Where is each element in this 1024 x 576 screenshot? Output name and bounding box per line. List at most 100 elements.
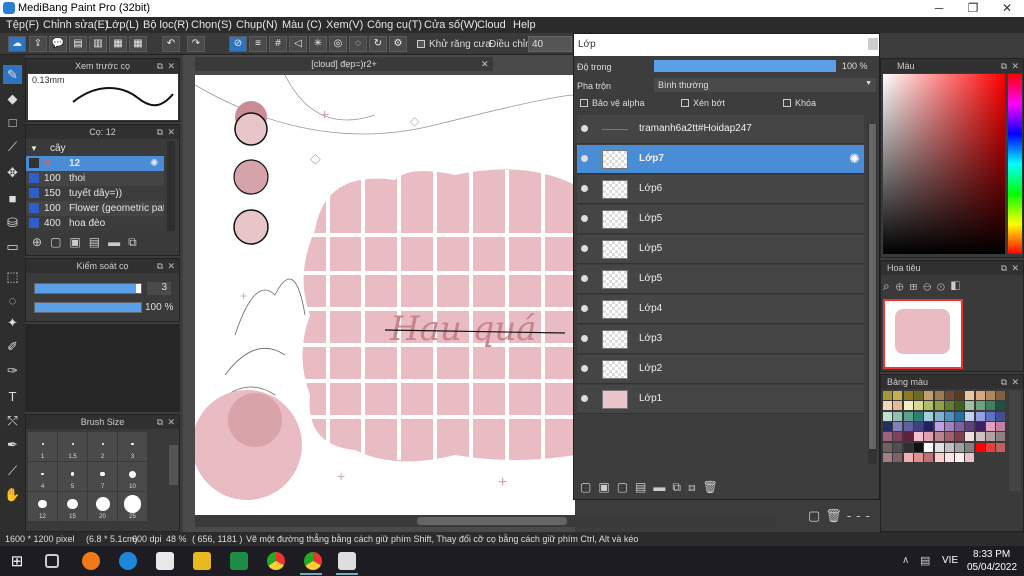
restore-button[interactable]: ❐ (956, 0, 990, 17)
dot-tool-icon[interactable]: ✒ (3, 435, 22, 454)
gradient-tool-icon[interactable]: ▭ (3, 237, 22, 256)
palette-swatch[interactable] (965, 452, 975, 462)
palette-swatch[interactable] (944, 421, 954, 431)
palette-swatch[interactable] (955, 442, 965, 452)
palette-scrollbar[interactable] (1009, 391, 1021, 491)
comment-icon[interactable]: 💬 (49, 36, 67, 52)
snap-circle-icon[interactable]: ◎ (329, 36, 347, 52)
excel-icon[interactable] (230, 552, 248, 570)
palette-swatch[interactable] (883, 442, 892, 452)
palette-swatch[interactable] (975, 421, 985, 431)
palette-swatch[interactable] (903, 452, 913, 462)
medibang-icon[interactable] (338, 552, 356, 570)
grid2-icon[interactable]: ▦ (129, 36, 147, 52)
layer-opacity-slider[interactable] (654, 60, 836, 72)
brush-size-cell[interactable]: 25 (118, 492, 147, 521)
brush-size-cell[interactable]: 5 (58, 462, 87, 491)
document-tab[interactable]: [cloud] đẹp=)r2+ (195, 57, 493, 71)
undock-icon[interactable]: ⧉ (157, 259, 163, 273)
palette-swatch[interactable] (893, 411, 903, 421)
menu-color[interactable]: Màu (C) (282, 19, 322, 31)
palette-swatch[interactable] (913, 421, 923, 431)
palette-swatch[interactable] (986, 442, 995, 452)
canvas-h-scrollbar[interactable] (195, 515, 775, 527)
palette-swatch[interactable] (934, 432, 944, 442)
document-close-icon[interactable]: ✕ (481, 59, 489, 70)
palette-swatch[interactable] (986, 421, 995, 431)
close-panel-icon[interactable]: ✕ (1011, 59, 1019, 73)
tray-network-icon[interactable]: ▤ (920, 554, 930, 567)
palette-swatch[interactable] (965, 421, 975, 431)
palette-swatch[interactable] (913, 442, 923, 452)
duplicate-icon[interactable]: ⧉ (128, 235, 145, 249)
palette-swatch[interactable] (986, 401, 995, 411)
tray-chevron-icon[interactable]: ∧ (902, 555, 909, 566)
snap-radial-icon[interactable]: ✳ (309, 36, 327, 52)
select-tool-icon[interactable]: ⬚ (3, 267, 22, 286)
brush-menu-icon[interactable]: ▣ (69, 235, 88, 249)
palette-swatch[interactable] (986, 411, 995, 421)
navigator-preview[interactable] (883, 299, 963, 369)
palette-swatch[interactable] (913, 452, 923, 462)
select-eraser-icon[interactable]: ✑ (3, 361, 22, 380)
palette-swatch[interactable] (975, 411, 985, 421)
brush-tool-icon[interactable]: ✎ (3, 65, 22, 84)
palette-swatch[interactable] (944, 452, 954, 462)
menu-window[interactable]: Cửa số(W) (424, 19, 478, 31)
bucket-tool-icon[interactable]: ⛁ (3, 213, 22, 232)
settings-icon[interactable]: ⚙ (389, 36, 407, 52)
menu-cloud[interactable]: Cloud (477, 19, 506, 31)
brush-props-icon[interactable]: ▤ (89, 235, 108, 249)
palette-swatch[interactable] (944, 411, 954, 421)
close-button[interactable]: ✕ (990, 0, 1024, 17)
close-panel-icon[interactable]: ✕ (1011, 261, 1019, 275)
brush-settings-icon[interactable]: ✺ (150, 156, 158, 171)
palette-swatch[interactable] (975, 432, 985, 442)
palette-swatch[interactable] (944, 432, 954, 442)
brush-group-row[interactable]: ▼ cây (26, 141, 166, 156)
undo-icon[interactable]: ↶ (162, 36, 180, 52)
palette-swatch[interactable] (913, 432, 923, 442)
protect-alpha-checkbox[interactable] (580, 99, 588, 107)
fit-icon[interactable]: ⊞ (910, 279, 924, 293)
text-tool-icon[interactable]: T (3, 387, 22, 406)
palette-swatch[interactable] (893, 452, 903, 462)
palette-swatch[interactable] (883, 452, 892, 462)
palette-swatch[interactable] (996, 411, 1006, 421)
palette-swatch[interactable] (944, 401, 954, 411)
layer-row[interactable]: Lớp6 (577, 175, 864, 204)
palette-swatch[interactable] (934, 411, 944, 421)
layer-panel-close-icon[interactable] (868, 38, 878, 50)
undock-icon[interactable]: ⧉ (157, 415, 163, 429)
snap-curve-icon[interactable]: ◌ (349, 36, 367, 52)
eyedropper-tool-icon[interactable]: ⟋ (3, 461, 22, 480)
flip-icon[interactable]: ◧ (951, 279, 966, 293)
close-panel-icon[interactable]: ✕ (167, 125, 175, 139)
delete-color-icon[interactable]: 🗑 (825, 508, 847, 523)
undock-icon[interactable]: ⧉ (1001, 261, 1007, 275)
menu-edit[interactable]: Chỉnh sửa(E) (43, 19, 108, 31)
palette-swatch[interactable] (975, 442, 985, 452)
opacity-slider[interactable] (34, 302, 142, 313)
palette-swatch[interactable] (883, 432, 892, 442)
palette-swatch[interactable] (955, 411, 965, 421)
palette-swatch[interactable] (955, 452, 965, 462)
palette-swatch[interactable] (965, 401, 975, 411)
eraser-tool-icon[interactable]: ◆ (3, 89, 22, 108)
palette-swatch[interactable] (883, 391, 892, 400)
visibility-icon[interactable] (581, 395, 588, 402)
lock-checkbox[interactable] (783, 99, 791, 107)
visibility-icon[interactable] (581, 275, 588, 282)
clipping-checkbox[interactable] (681, 99, 689, 107)
new-layer-icon[interactable]: ▢ (580, 480, 598, 494)
divide-tool-icon[interactable]: ⤲ (3, 411, 22, 430)
menu-tools[interactable]: Công cụ(T) (367, 19, 422, 31)
close-panel-icon[interactable]: ✕ (167, 259, 175, 273)
palette-swatch[interactable] (913, 401, 923, 411)
palette-swatch[interactable] (903, 401, 913, 411)
delete-layer-icon[interactable]: 🗑 (703, 480, 725, 494)
brush-size-cell[interactable]: 7 (88, 462, 117, 491)
brush-size-cell[interactable]: 2 (88, 432, 117, 461)
palette-swatch[interactable] (986, 432, 995, 442)
undock-icon[interactable]: ⧉ (1001, 59, 1007, 73)
